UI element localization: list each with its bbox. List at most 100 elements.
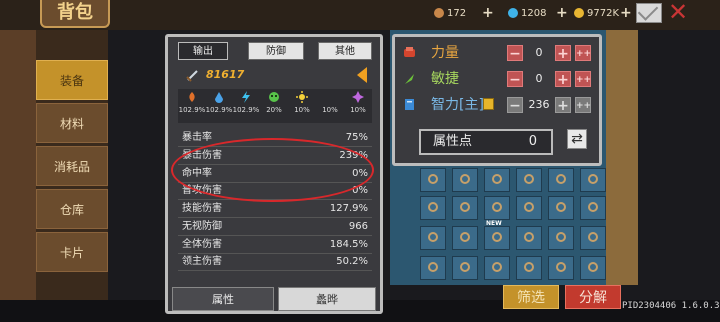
sidebar-item-materials[interactable]: 材料 (36, 103, 108, 143)
item-slot[interactable] (580, 256, 606, 280)
decrease-button[interactable]: − (507, 45, 523, 62)
grid-frame (606, 30, 638, 285)
element-dark-value: 10% (322, 106, 338, 114)
item-slot[interactable] (580, 226, 606, 250)
element-light: 10% (288, 89, 316, 114)
light-icon (296, 91, 308, 103)
increase-button[interactable]: + (555, 97, 571, 114)
sword-icon (186, 70, 198, 82)
item-slot[interactable] (580, 196, 606, 220)
element-poison: 20% (260, 89, 288, 114)
element-water: 102.9% (205, 89, 233, 114)
attribute-value: 0 (535, 46, 543, 59)
increase-max-button[interactable]: ++ (575, 97, 591, 113)
attribute-name: 力量 (431, 45, 459, 61)
resource-coin: 9772K (574, 6, 619, 22)
increase-button[interactable]: + (555, 45, 571, 62)
reset-button[interactable]: ⇄ (567, 129, 587, 149)
item-slot[interactable] (484, 168, 510, 192)
sidebar-item-equipment[interactable]: 装备 (36, 60, 108, 100)
stat-value: 127.9% (329, 203, 368, 214)
element-poison-value: 20% (266, 106, 282, 114)
item-slot[interactable] (452, 196, 478, 220)
item-slot[interactable] (420, 168, 446, 192)
item-slot[interactable] (420, 226, 446, 250)
attribute-name: 敏捷 (431, 71, 459, 87)
coin-icon (574, 8, 584, 18)
item-slot[interactable] (516, 168, 542, 192)
stat-label: 暴击率 (182, 132, 212, 143)
stat-row-all-damage: 全体伤害 184.5% (178, 237, 372, 254)
decrease-button[interactable]: − (507, 71, 523, 88)
sidebar-item-warehouse[interactable]: 仓库 (36, 189, 108, 229)
build-id: PID2304406 1.6.0.3 (622, 301, 720, 311)
attribute-name: 智力[主] (431, 97, 484, 113)
item-slot[interactable]: NEW (484, 220, 510, 250)
stat-row-boss-damage: 领主伤害 50.2% (178, 254, 372, 271)
tab-output[interactable]: 输出 (178, 42, 228, 60)
refresh-icon: ⇄ (571, 131, 583, 147)
increase-max-button[interactable]: ++ (575, 71, 591, 87)
element-light-value: 10% (294, 106, 310, 114)
item-slot[interactable] (420, 256, 446, 280)
stat-label: 领主伤害 (182, 256, 222, 267)
close-icon[interactable]: ✕ (668, 0, 688, 26)
primary-flag-icon (483, 98, 494, 110)
arrow-left-icon[interactable] (357, 67, 367, 83)
water-icon (215, 92, 223, 103)
item-slot[interactable] (516, 226, 542, 250)
sidebar-item-consumables[interactable]: 消耗品 (36, 146, 108, 186)
item-slot[interactable] (452, 226, 478, 250)
item-slot[interactable] (484, 256, 510, 280)
filter-button[interactable]: 筛选 (503, 285, 559, 309)
increase-max-button[interactable]: ++ (575, 45, 591, 61)
tab-secondary[interactable]: 蠡晔 (278, 287, 376, 311)
decompose-button[interactable]: 分解 (565, 285, 621, 309)
element-lightning: 102.9% (232, 89, 260, 114)
highlight-circle (171, 138, 374, 202)
item-slot[interactable] (452, 168, 478, 192)
attribute-points-label: 属性点 (433, 134, 473, 149)
new-badge: NEW (486, 220, 502, 227)
element-lightning-value: 102.9% (232, 106, 260, 114)
sidebar-item-cards[interactable]: 卡片 (36, 232, 108, 272)
fist-icon (404, 47, 415, 57)
item-slot[interactable] (548, 256, 574, 280)
book-icon (405, 99, 414, 110)
sidebar-background (0, 30, 36, 322)
stat-label: 无视防御 (182, 221, 222, 232)
stat-value: 966 (348, 221, 368, 232)
page-title: 背包 (40, 0, 110, 28)
item-slot[interactable] (452, 256, 478, 280)
plus-icon: + (556, 5, 568, 21)
item-slot[interactable] (420, 196, 446, 220)
dark-icon (327, 92, 332, 102)
tab-attributes[interactable]: 属性 (172, 287, 274, 311)
item-slot[interactable] (548, 196, 574, 220)
item-slot[interactable] (516, 196, 542, 220)
stat-value: 184.5% (329, 239, 368, 250)
wood-icon (434, 8, 444, 18)
increase-button[interactable]: + (555, 71, 571, 88)
durability-value: 81617 (206, 68, 245, 81)
plus-icon: + (620, 5, 632, 21)
tab-other[interactable]: 其他 (318, 42, 372, 60)
element-stats: 102.9% 102.9% 102.9% 20% 10% 10% 10% (178, 89, 372, 123)
mail-icon[interactable] (636, 3, 662, 23)
attribute-strength: 力量 − 0 + ++ (403, 43, 595, 63)
stat-value: 75% (345, 132, 368, 143)
item-slot[interactable] (484, 196, 510, 220)
resource-wood-value: 172 (447, 8, 467, 19)
element-water-value: 102.9% (205, 106, 233, 114)
tab-defense[interactable]: 防御 (248, 42, 304, 60)
element-arcane-value: 10% (350, 106, 366, 114)
element-fire-value: 102.9% (178, 106, 206, 114)
element-fire: 102.9% (178, 89, 206, 114)
decrease-button[interactable]: − (507, 97, 523, 114)
item-slot[interactable] (548, 168, 574, 192)
stat-row-ignore-defense: 无视防御 966 (178, 219, 372, 236)
item-slot[interactable] (580, 168, 606, 192)
item-slot[interactable] (516, 256, 542, 280)
element-arcane: 10% (344, 89, 372, 114)
item-slot[interactable] (548, 226, 574, 250)
